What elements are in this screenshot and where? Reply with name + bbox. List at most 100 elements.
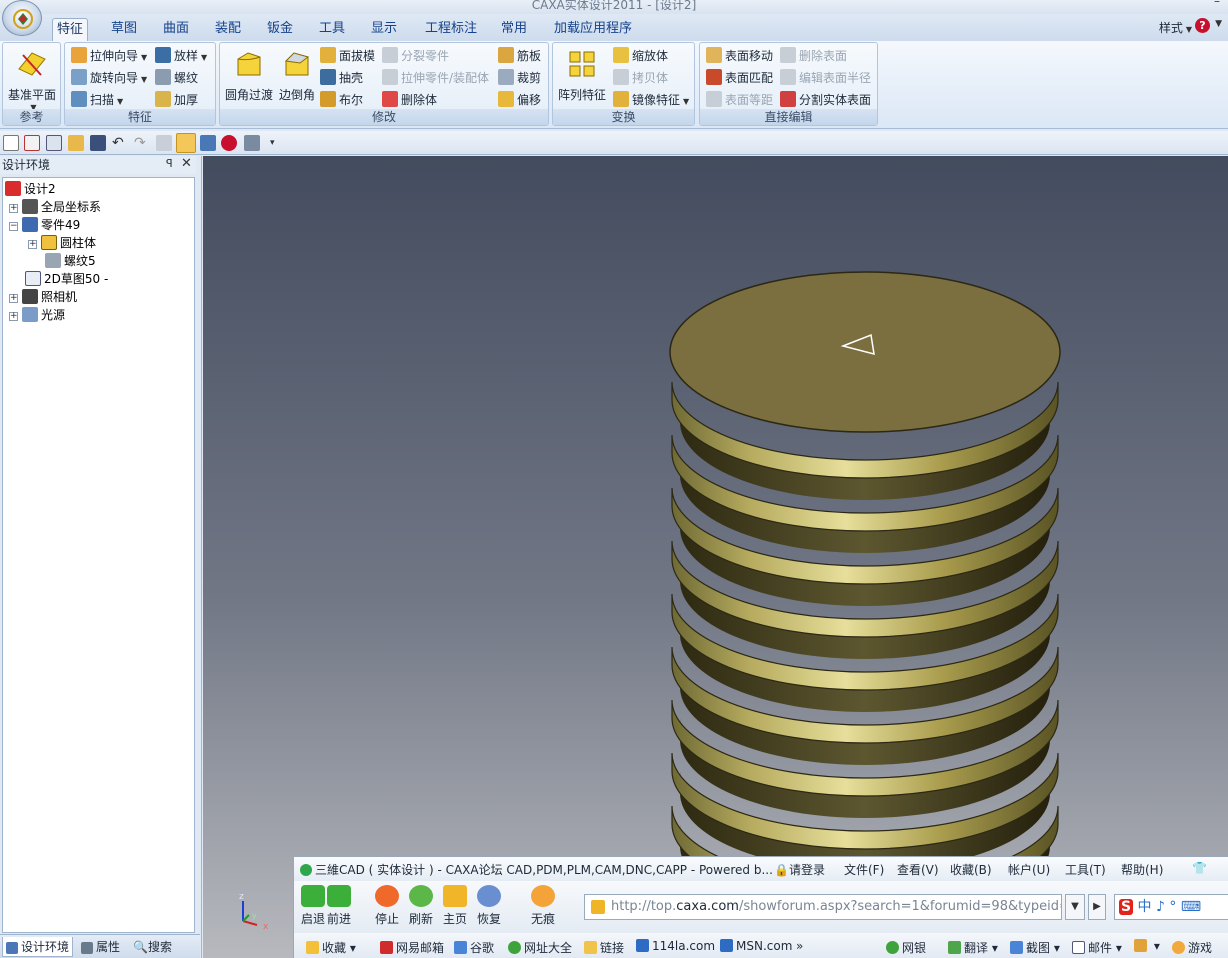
menu-file[interactable]: 文件(F) xyxy=(844,861,884,878)
tab-surface[interactable]: 曲面 xyxy=(159,18,193,41)
go-button[interactable]: ▶ xyxy=(1088,894,1106,920)
tab-engineering-annotation[interactable]: 工程标注 xyxy=(421,18,481,41)
expand-icon[interactable]: + xyxy=(28,240,37,249)
translate-button[interactable]: 翻译 ▾ xyxy=(948,939,998,956)
favorites-button[interactable]: 收藏 ▾ xyxy=(306,939,356,956)
expand-icon[interactable]: + xyxy=(9,312,18,321)
menu-account[interactable]: 帐户(U) xyxy=(1008,861,1050,878)
shell-button[interactable]: 抽壳 xyxy=(320,68,363,88)
boolean-button[interactable]: 布尔 xyxy=(320,90,363,110)
expand-icon[interactable]: + xyxy=(9,294,18,303)
tab-design-environment[interactable]: 设计环境 xyxy=(2,937,74,957)
offset-button[interactable]: 偏移 xyxy=(498,90,541,110)
tab-assembly[interactable]: 装配 xyxy=(211,18,245,41)
redo-icon[interactable]: ↷ xyxy=(134,135,150,151)
tree-item-camera[interactable]: + 照相机 xyxy=(9,288,77,306)
match-face-button[interactable]: 表面匹配 xyxy=(706,68,773,88)
fav-netease-mail[interactable]: 网易邮箱 xyxy=(380,939,444,956)
fav-url-directory[interactable]: 网址大全 xyxy=(508,939,572,956)
new-file-icon[interactable] xyxy=(3,135,19,151)
tree-item-design[interactable]: 设计2 xyxy=(5,180,56,198)
thread-button[interactable]: 螺纹 xyxy=(155,68,198,88)
bank-button[interactable]: 网银 xyxy=(886,939,926,956)
datum-plane-button[interactable]: 基准平面 ▼ xyxy=(5,47,59,112)
menu-help[interactable]: 帮助(H) xyxy=(1121,861,1163,878)
stop-button[interactable]: 停止 xyxy=(372,885,402,927)
help-icon[interactable] xyxy=(221,135,237,151)
menu-tools[interactable]: 工具(T) xyxy=(1065,861,1106,878)
collapse-icon[interactable]: − xyxy=(9,222,18,231)
delete-face-button[interactable]: 删除表面 xyxy=(780,46,847,66)
split-part-button[interactable]: 分裂零件 xyxy=(382,46,449,66)
chevron-down-icon[interactable]: ▼ xyxy=(1215,19,1222,29)
sweep-button[interactable]: 扫描 ▼ xyxy=(71,90,123,110)
fav-114la[interactable]: 114la.com xyxy=(636,939,715,953)
extension-button[interactable]: ▾ xyxy=(1134,939,1160,953)
scale-body-button[interactable]: 缩放体 xyxy=(613,46,668,66)
fillet-button[interactable]: 圆角过渡 xyxy=(222,47,276,103)
forward-button[interactable]: 前进 xyxy=(324,885,354,927)
delete-body-button[interactable]: 删除体 xyxy=(382,90,437,110)
edit-face-radius-button[interactable]: 编辑表面半径 xyxy=(780,68,871,88)
settings-icon[interactable] xyxy=(244,135,260,151)
style-menu[interactable]: 样式 ▼ xyxy=(1159,19,1192,36)
address-dropdown-button[interactable]: ▼ xyxy=(1065,894,1085,920)
tree-item-cylinder[interactable]: + 圆柱体 xyxy=(28,234,96,252)
tree-item-part49[interactable]: − 零件49 xyxy=(9,216,80,234)
new-drawing-icon[interactable] xyxy=(46,135,62,151)
help-icon[interactable]: ? xyxy=(1195,18,1210,33)
mirror-feature-button[interactable]: 镜像特征 ▼ xyxy=(613,90,689,110)
app-menu-button[interactable] xyxy=(2,0,42,36)
skin-icon[interactable]: 👕 xyxy=(1192,861,1207,875)
restore-button[interactable]: 恢复 xyxy=(474,885,504,927)
tab-tools[interactable]: 工具 xyxy=(315,18,349,41)
tab-feature[interactable]: 特征 xyxy=(52,18,89,41)
tree-item-thread5[interactable]: 螺纹5 xyxy=(45,252,96,270)
pattern-feature-button[interactable]: 阵列特征 xyxy=(555,47,609,103)
select-tool-icon[interactable] xyxy=(176,133,196,153)
fav-msn[interactable]: MSN.com xyxy=(720,939,792,953)
menu-favorites[interactable]: 收藏(B) xyxy=(950,861,992,878)
pin-icon[interactable]: ꟼ xyxy=(166,157,173,170)
login-link[interactable]: 🔒请登录 xyxy=(774,861,825,878)
trim-button[interactable]: 裁剪 xyxy=(498,68,541,88)
expand-icon[interactable]: + xyxy=(9,204,18,213)
new-design-icon[interactable] xyxy=(24,135,40,151)
move-face-button[interactable]: 表面移动 xyxy=(706,46,773,66)
tab-sheetmetal[interactable]: 钣金 xyxy=(263,18,297,41)
minimize-button[interactable]: – xyxy=(1214,0,1220,8)
design-tree-icon[interactable] xyxy=(200,135,216,151)
open-folder-icon[interactable] xyxy=(68,135,84,151)
split-solid-face-button[interactable]: 分割实体表面 xyxy=(780,90,871,110)
tab-addins[interactable]: 加载应用程序 xyxy=(550,18,636,41)
mail-button[interactable]: 邮件 ▾ xyxy=(1072,939,1122,956)
tab-display[interactable]: 显示 xyxy=(367,18,401,41)
fav-more[interactable]: » xyxy=(796,939,803,953)
tree-item-light[interactable]: + 光源 xyxy=(9,306,65,324)
view-icon[interactable] xyxy=(156,135,172,151)
menu-view[interactable]: 查看(V) xyxy=(897,861,939,878)
tab-properties[interactable]: 属性 xyxy=(78,937,123,957)
address-bar[interactable]: http://top.caxa.com/showforum.aspx?searc… xyxy=(584,894,1062,920)
face-draft-button[interactable]: 面拔模 xyxy=(320,46,375,66)
fav-google[interactable]: 谷歌 xyxy=(454,939,494,956)
incognito-button[interactable]: 无痕 xyxy=(528,885,558,927)
tree-item-global-coords[interactable]: + 全局坐标系 xyxy=(9,198,101,216)
tree-item-sketch50[interactable]: 2D草图50 - xyxy=(25,270,108,288)
tab-common[interactable]: 常用 xyxy=(497,18,531,41)
tab-sketch[interactable]: 草图 xyxy=(107,18,141,41)
rib-button[interactable]: 筋板 xyxy=(498,46,541,66)
ime-toolbar[interactable]: S 中 ♪ ° ⌨ xyxy=(1114,894,1228,920)
undo-icon[interactable]: ↶ xyxy=(112,135,128,151)
home-button[interactable]: 主页 xyxy=(440,885,470,927)
loft-button[interactable]: 放样 ▼ xyxy=(155,46,207,66)
copy-body-button[interactable]: 拷贝体 xyxy=(613,68,668,88)
chamfer-button[interactable]: 边倒角 xyxy=(274,47,320,103)
refresh-button[interactable]: 刷新 xyxy=(406,885,436,927)
offset-face-button[interactable]: 表面等距 xyxy=(706,90,773,110)
extrude-wizard-button[interactable]: 拉伸向导 ▼ xyxy=(71,46,147,66)
customize-toolbar-icon[interactable]: ▾ xyxy=(270,135,286,151)
save-icon[interactable] xyxy=(90,135,106,151)
stretch-part-button[interactable]: 拉伸零件/装配体 xyxy=(382,68,489,88)
fav-links[interactable]: 链接 xyxy=(584,939,624,956)
